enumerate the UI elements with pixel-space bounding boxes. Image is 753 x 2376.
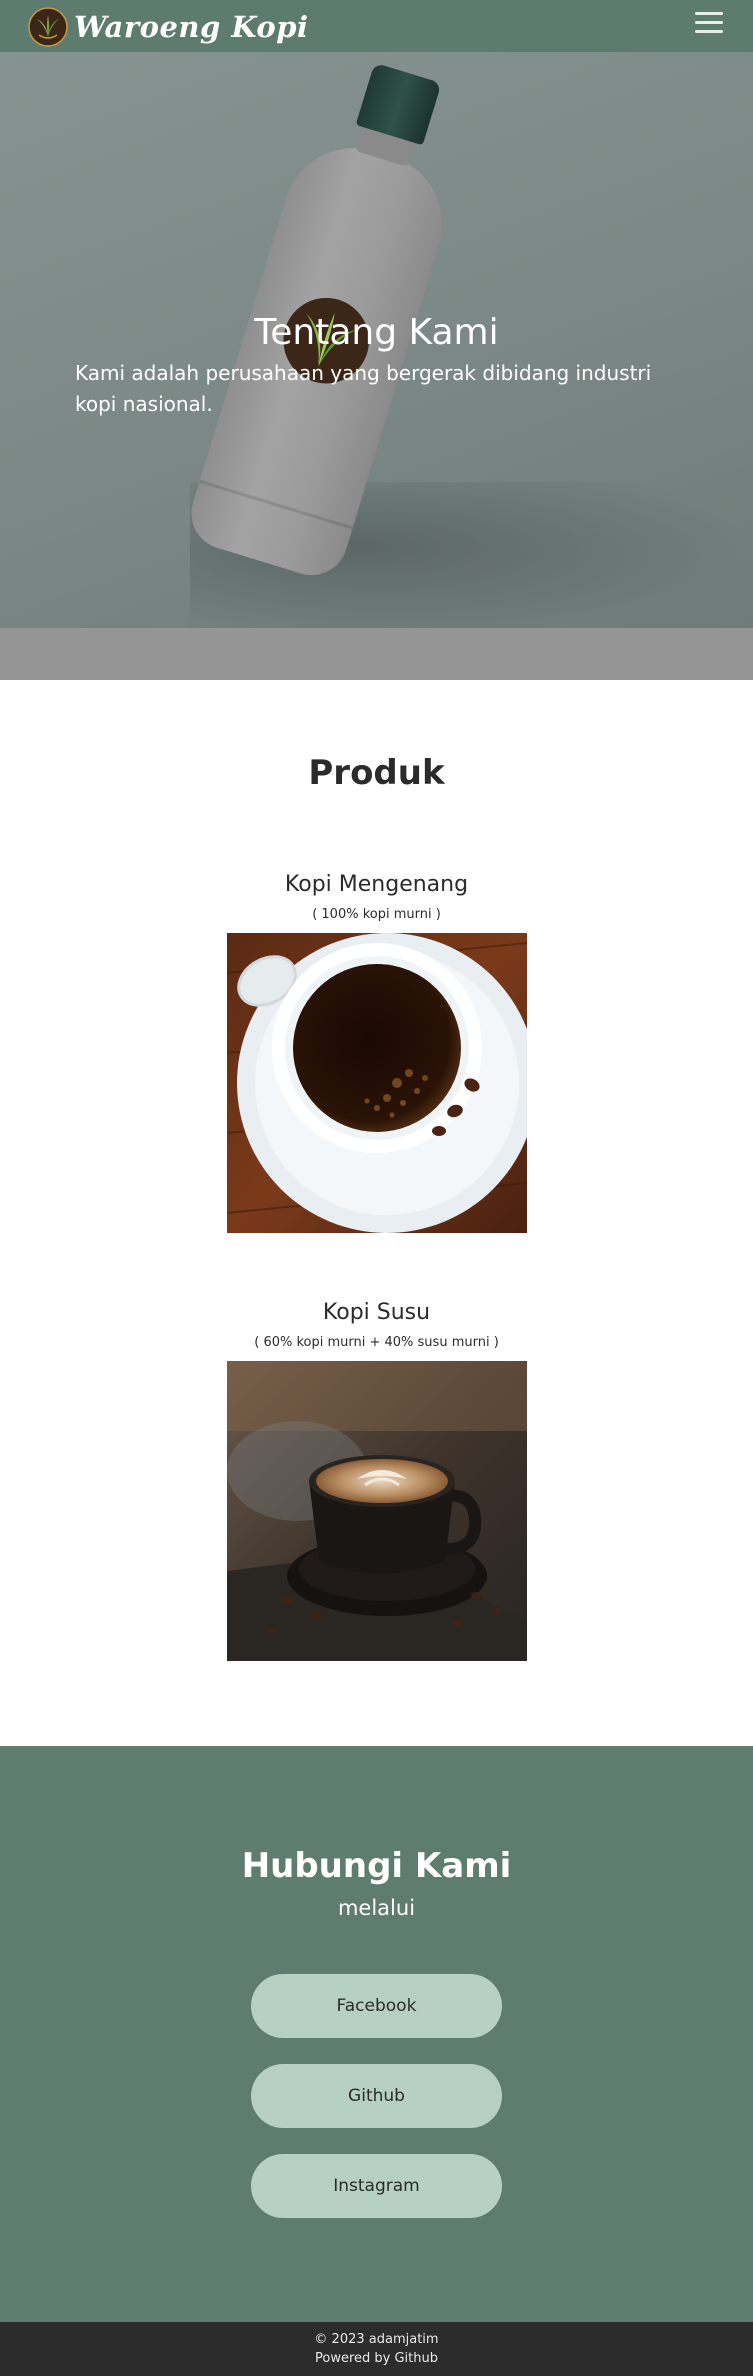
- instagram-button[interactable]: Instagram: [251, 2154, 502, 2218]
- product-name: Kopi Susu: [322, 1300, 431, 1325]
- brand-link[interactable]: Waroeng Kopi: [28, 7, 309, 47]
- produk-title: Produk: [308, 753, 445, 793]
- brand-name: Waroeng Kopi: [74, 10, 309, 44]
- footer: © 2023 adamjatim Powered by Github: [0, 2322, 753, 2376]
- footer-powered-by: Powered by Github: [315, 2351, 438, 2366]
- bamboo-leaf-logo-icon: [28, 7, 68, 47]
- hero-title: Tentang Kami: [254, 312, 499, 353]
- footer-copyright: © 2023 adamjatim: [314, 2332, 439, 2347]
- facebook-button[interactable]: Facebook: [251, 1974, 502, 2038]
- contact-title: Hubungi Kami: [241, 1846, 512, 1886]
- product-card: Kopi Susu ( 60% kopi murni + 40% susu mu…: [0, 1300, 753, 1350]
- hero-section: Tentang Kami Kami adalah perusahaan yang…: [0, 52, 753, 628]
- product-image-black-coffee: [227, 933, 527, 1233]
- contact-subtitle: melalui: [337, 1896, 416, 1920]
- product-name: Kopi Mengenang: [284, 872, 469, 897]
- product-description: ( 60% kopi murni + 40% susu murni ): [254, 1335, 499, 1350]
- product-description: ( 100% kopi murni ): [312, 907, 441, 922]
- navbar: Waroeng Kopi: [0, 0, 753, 52]
- github-button[interactable]: Github: [251, 2064, 502, 2128]
- product-card: Kopi Mengenang ( 100% kopi murni ): [0, 872, 753, 922]
- hero-bottom-strip: [0, 628, 753, 680]
- hamburger-menu-icon[interactable]: [695, 12, 723, 34]
- contact-section: Hubungi Kami melalui Facebook Github Ins…: [0, 1746, 753, 2322]
- product-image-latte: [227, 1361, 527, 1661]
- hero-text: Kami adalah perusahaan yang bergerak dib…: [75, 361, 652, 416]
